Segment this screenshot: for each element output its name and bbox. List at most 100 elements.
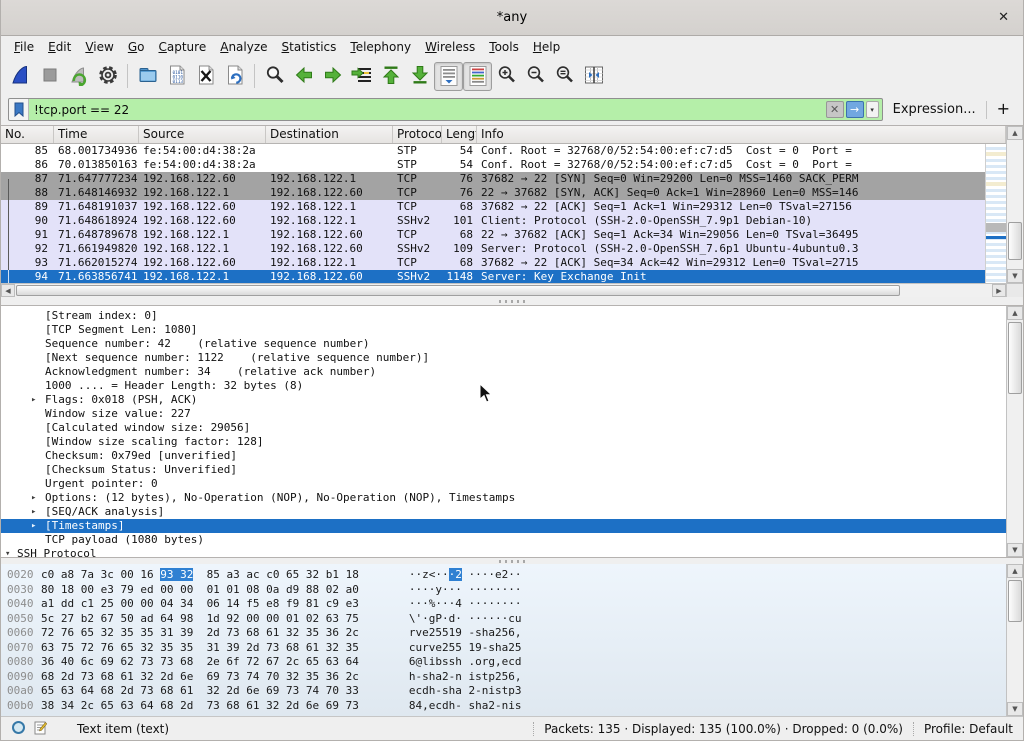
menu-edit[interactable]: Edit	[41, 38, 78, 57]
column-header-source[interactable]: Source	[139, 126, 266, 143]
scroll-thumb[interactable]	[1008, 322, 1022, 394]
hex-row[interactable]: 006072 76 65 32 35 35 31 39 2d 73 68 61 …	[1, 626, 1006, 641]
filter-clear-button[interactable]: ✕	[826, 101, 844, 118]
zoom-out-button[interactable]	[521, 62, 550, 91]
detail-line[interactable]: Window size value: 227	[1, 407, 1006, 421]
packet-row[interactable]: 9471.663856741192.168.122.1192.168.122.6…	[1, 270, 985, 283]
menu-file[interactable]: File	[7, 38, 41, 57]
column-header-length[interactable]: Length	[442, 126, 477, 143]
filter-apply-button[interactable]: →	[846, 101, 864, 118]
packet-row[interactable]: 8871.648146932192.168.122.1192.168.122.6…	[1, 186, 985, 200]
menu-telephony[interactable]: Telephony	[343, 38, 418, 57]
scroll-down-arrow[interactable]: ▼	[1007, 269, 1023, 283]
hex-row[interactable]: 009068 2d 73 68 61 32 2d 6e 69 73 74 70 …	[1, 670, 1006, 685]
restart-capture-button[interactable]	[64, 62, 93, 91]
menu-view[interactable]: View	[78, 38, 120, 57]
menu-tools[interactable]: Tools	[482, 38, 526, 57]
filter-dropdown-caret[interactable]: ▾	[866, 101, 879, 118]
packet-list-vscrollbar[interactable]: ▲ ▼	[1006, 126, 1023, 283]
hex-row[interactable]: 008036 40 6c 69 62 73 73 68 2e 6f 72 67 …	[1, 655, 1006, 670]
scroll-left-arrow[interactable]: ◀	[1, 284, 15, 297]
column-header-protocol[interactable]: Protocol	[393, 126, 442, 143]
open-file-button[interactable]	[133, 62, 162, 91]
detail-line[interactable]: [Checksum Status: Unverified]	[1, 463, 1006, 477]
menu-help[interactable]: Help	[526, 38, 567, 57]
packet-row[interactable]: 9271.661949820192.168.122.1192.168.122.6…	[1, 242, 985, 256]
menu-capture[interactable]: Capture	[151, 38, 213, 57]
start-capture-button[interactable]	[6, 62, 35, 91]
scroll-up-arrow[interactable]: ▲	[1007, 126, 1023, 140]
detail-line[interactable]: TCP payload (1080 bytes)	[1, 533, 1006, 547]
hex-row[interactable]: 00b038 34 2c 65 63 64 68 2d 73 68 61 32 …	[1, 699, 1006, 714]
detail-line[interactable]: Urgent pointer: 0	[1, 477, 1006, 491]
detail-line[interactable]: ▸Flags: 0x018 (PSH, ACK)	[1, 393, 1006, 407]
packet-list-hscrollbar[interactable]: ◀ ▶	[1, 283, 1006, 297]
expression-button[interactable]: Expression...	[890, 102, 979, 117]
scroll-down-arrow[interactable]: ▼	[1007, 543, 1023, 557]
hex-row[interactable]: 007063 75 72 76 65 32 35 35 31 39 2d 73 …	[1, 641, 1006, 656]
detail-line[interactable]: [Stream index: 0]	[1, 309, 1006, 323]
auto-scroll-button[interactable]	[434, 62, 463, 91]
last-packet-button[interactable]	[405, 62, 434, 91]
profile-text[interactable]: Profile: Default	[924, 722, 1013, 736]
colorize-button[interactable]	[463, 62, 492, 91]
hex-row[interactable]: 003080 18 00 e3 79 ed 00 00 01 01 08 0a …	[1, 583, 1006, 598]
first-packet-button[interactable]	[376, 62, 405, 91]
packet-row[interactable]: 9171.648789678192.168.122.1192.168.122.6…	[1, 228, 985, 242]
details-vscrollbar[interactable]: ▲ ▼	[1006, 306, 1023, 557]
expander-closed-icon[interactable]: ▸	[31, 491, 36, 505]
menu-statistics[interactable]: Statistics	[275, 38, 344, 57]
previous-packet-button[interactable]	[289, 62, 318, 91]
add-filter-button[interactable]: +	[994, 99, 1016, 120]
next-packet-button[interactable]	[318, 62, 347, 91]
packet-row[interactable]: 8670.013850163fe:54:00:d4:38:2aSTP54Conf…	[1, 158, 985, 172]
scroll-thumb[interactable]	[1008, 580, 1022, 622]
display-filter-input[interactable]: !tcp.port == 22 ✕ → ▾	[8, 98, 883, 121]
detail-line[interactable]: 1000 .... = Header Length: 32 bytes (8)	[1, 379, 1006, 393]
scroll-up-arrow[interactable]: ▲	[1007, 564, 1023, 578]
scroll-down-arrow[interactable]: ▼	[1007, 702, 1023, 716]
menu-analyze[interactable]: Analyze	[213, 38, 274, 57]
detail-line[interactable]: ▾SSH Protocol	[1, 547, 1006, 557]
expert-info-icon[interactable]	[11, 720, 26, 738]
scroll-right-arrow[interactable]: ▶	[992, 284, 1006, 297]
packet-row[interactable]: 9371.662015274192.168.122.60192.168.122.…	[1, 256, 985, 270]
detail-line[interactable]: ▸[SEQ/ACK analysis]	[1, 505, 1006, 519]
resize-columns-button[interactable]	[579, 62, 608, 91]
detail-line[interactable]: Sequence number: 42 (relative sequence n…	[1, 337, 1006, 351]
hex-row[interactable]: 00505c 27 b2 67 50 ad 64 98 1d 92 00 00 …	[1, 612, 1006, 627]
expander-closed-icon[interactable]: ▸	[31, 393, 36, 407]
hex-row[interactable]: 0040a1 dd c1 25 00 00 04 34 06 14 f5 e8 …	[1, 597, 1006, 612]
scroll-thumb[interactable]	[16, 285, 900, 296]
go-to-packet-button[interactable]	[347, 62, 376, 91]
zoom-in-button[interactable]	[492, 62, 521, 91]
packet-row[interactable]: 8771.647777234192.168.122.60192.168.122.…	[1, 172, 985, 186]
detail-line[interactable]: [Calculated window size: 29056]	[1, 421, 1006, 435]
detail-line[interactable]: ▸[Timestamps]	[1, 519, 1006, 533]
packet-row[interactable]: 8568.001734936fe:54:00:d4:38:2aSTP54Conf…	[1, 144, 985, 158]
reload-file-button[interactable]	[220, 62, 249, 91]
packet-row[interactable]: 8971.648191037192.168.122.60192.168.122.…	[1, 200, 985, 214]
column-header-info[interactable]: Info	[477, 126, 1006, 143]
find-packet-button[interactable]	[260, 62, 289, 91]
detail-line[interactable]: [Next sequence number: 1122 (relative se…	[1, 351, 1006, 365]
hex-row[interactable]: 0020c0 a8 7a 3c 00 16 93 32 85 a3 ac c0 …	[1, 568, 1006, 583]
bytes-vscrollbar[interactable]: ▲ ▼	[1006, 564, 1023, 716]
detail-line[interactable]: Acknowledgment number: 34 (relative ack …	[1, 365, 1006, 379]
menu-go[interactable]: Go	[121, 38, 152, 57]
column-header-time[interactable]: Time	[54, 126, 139, 143]
close-icon[interactable]: ✕	[998, 9, 1009, 27]
detail-line[interactable]: [TCP Segment Len: 1080]	[1, 323, 1006, 337]
scroll-thumb[interactable]	[1008, 222, 1022, 260]
expander-open-icon[interactable]: ▾	[5, 547, 10, 557]
pane-splitter[interactable]	[1, 297, 1023, 305]
expander-closed-icon[interactable]: ▸	[31, 519, 36, 533]
bookmark-icon[interactable]	[9, 99, 29, 120]
menu-wireless[interactable]: Wireless	[418, 38, 482, 57]
zoom-100-button[interactable]	[550, 62, 579, 91]
packet-row[interactable]: 9071.648618924192.168.122.60192.168.122.…	[1, 214, 985, 228]
hex-row[interactable]: 00a065 63 64 68 2d 73 68 61 32 2d 6e 69 …	[1, 684, 1006, 699]
capture-comment-icon[interactable]	[34, 720, 47, 738]
detail-line[interactable]: ▸Options: (12 bytes), No-Operation (NOP)…	[1, 491, 1006, 505]
title-bar[interactable]: *any ✕	[1, 0, 1023, 36]
